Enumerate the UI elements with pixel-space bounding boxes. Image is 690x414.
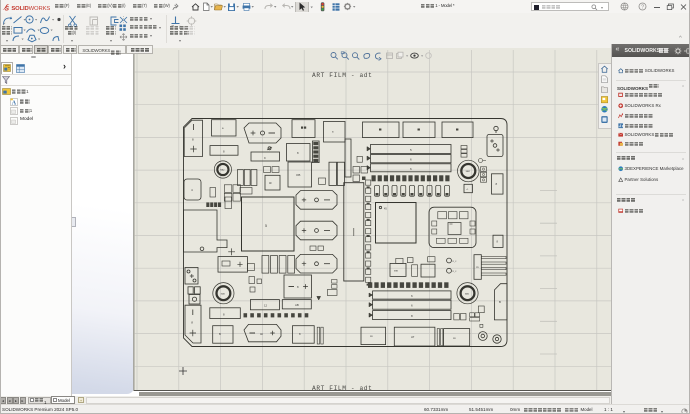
svg-text:R_C: R_C <box>453 261 458 263</box>
svg-text:?: ? <box>641 5 644 11</box>
svg-text:4F: 4F <box>269 182 272 185</box>
svg-text:SOLIDWORKS: SOLIDWORKS <box>11 6 50 12</box>
svg-text:AT: AT <box>411 335 415 339</box>
svg-text:AF: AF <box>260 333 264 336</box>
svg-text:A: A <box>12 100 17 106</box>
svg-text:AB: AB <box>295 303 299 307</box>
svg-text:5: 5 <box>265 224 267 228</box>
svg-text:R_C: R_C <box>453 271 458 273</box>
svg-text:OB: OB <box>296 173 300 177</box>
svg-text:S: S <box>5 5 10 11</box>
svg-text:B: B <box>219 332 221 336</box>
svg-text:B: B <box>499 300 501 304</box>
svg-text:12: 12 <box>264 304 268 308</box>
svg-text:IMB: IMB <box>394 271 398 273</box>
svg-text:ART FILM - adt: ART FILM - adt <box>312 385 372 391</box>
svg-text:PD: PD <box>476 267 479 269</box>
svg-text:ART FILM - adt: ART FILM - adt <box>312 72 372 79</box>
